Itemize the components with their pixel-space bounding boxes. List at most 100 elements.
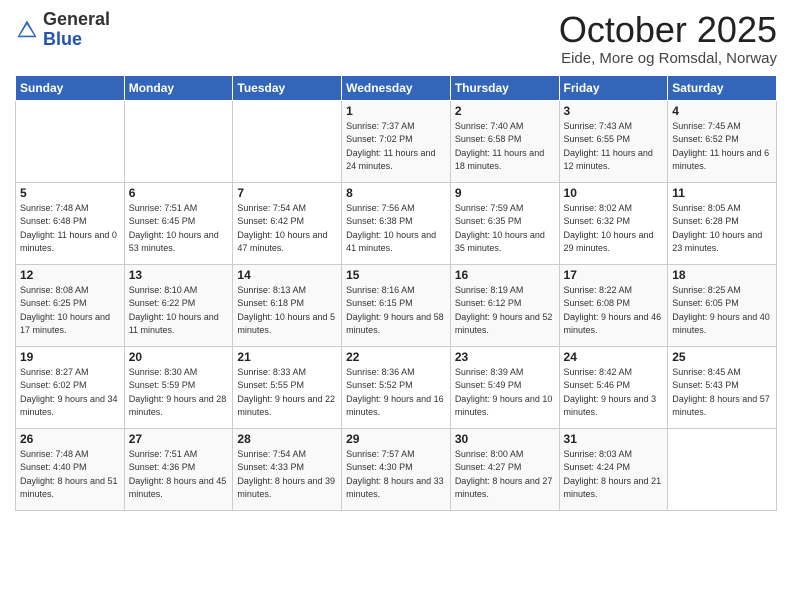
calendar-cell: 9 Sunrise: 7:59 AMSunset: 6:35 PMDaylight… <box>450 182 559 264</box>
calendar-week-row: 1 Sunrise: 7:37 AMSunset: 7:02 PMDaylight… <box>16 100 777 182</box>
calendar-cell: 17 Sunrise: 8:22 AMSunset: 6:08 PMDayligh… <box>559 264 668 346</box>
day-info: Sunrise: 7:40 AMSunset: 6:58 PMDaylight:… <box>455 120 555 174</box>
day-info: Sunrise: 8:39 AMSunset: 5:49 PMDaylight:… <box>455 366 555 420</box>
day-info: Sunrise: 8:02 AMSunset: 6:32 PMDaylight:… <box>564 202 664 256</box>
day-info: Sunrise: 7:56 AMSunset: 6:38 PMDaylight:… <box>346 202 446 256</box>
calendar-cell: 2Sunrise: 7:40 AMSunset: 6:58 PMDaylight… <box>450 100 559 182</box>
logo: General Blue <box>15 10 110 50</box>
calendar-cell: 29 Sunrise: 7:57 AMSunset: 4:30 PMDayligh… <box>342 428 451 510</box>
calendar-cell: 12Sunrise: 8:08 AMSunset: 6:25 PMDayligh… <box>16 264 125 346</box>
day-number: 29 <box>346 432 446 446</box>
day-info: Sunrise: 8:13 AMSunset: 6:18 PMDaylight:… <box>237 284 337 338</box>
calendar-cell: 21 Sunrise: 8:33 AMSunset: 5:55 PMDayligh… <box>233 346 342 428</box>
day-of-week-header: Friday <box>559 75 668 100</box>
day-info: Sunrise: 7:59 AMSunset: 6:35 PMDaylight:… <box>455 202 555 256</box>
calendar-cell: 10 Sunrise: 8:02 AMSunset: 6:32 PMDayligh… <box>559 182 668 264</box>
day-info: Sunrise: 7:48 AMSunset: 4:40 PMDaylight:… <box>20 448 120 502</box>
day-number: 9 <box>455 186 555 200</box>
day-of-week-header: Saturday <box>668 75 777 100</box>
day-number: 17 <box>564 268 664 282</box>
day-info: Sunrise: 8:16 AMSunset: 6:15 PMDaylight:… <box>346 284 446 338</box>
day-number: 1 <box>346 104 446 118</box>
calendar-cell: 23 Sunrise: 8:39 AMSunset: 5:49 PMDayligh… <box>450 346 559 428</box>
day-number: 11 <box>672 186 772 200</box>
day-info: Sunrise: 7:51 AMSunset: 6:45 PMDaylight:… <box>129 202 229 256</box>
day-number: 16 <box>455 268 555 282</box>
calendar-week-row: 12Sunrise: 8:08 AMSunset: 6:25 PMDayligh… <box>16 264 777 346</box>
day-number: 30 <box>455 432 555 446</box>
day-info: Sunrise: 8:45 AMSunset: 5:43 PMDaylight:… <box>672 366 772 420</box>
day-info: Sunrise: 7:43 AMSunset: 6:55 PMDaylight:… <box>564 120 664 174</box>
calendar-week-row: 26Sunrise: 7:48 AMSunset: 4:40 PMDayligh… <box>16 428 777 510</box>
day-number: 13 <box>129 268 229 282</box>
calendar-cell: 20 Sunrise: 8:30 AMSunset: 5:59 PMDayligh… <box>124 346 233 428</box>
day-of-week-header: Sunday <box>16 75 125 100</box>
day-number: 21 <box>237 350 337 364</box>
logo-general: General <box>43 9 110 29</box>
day-number: 27 <box>129 432 229 446</box>
day-number: 15 <box>346 268 446 282</box>
day-info: Sunrise: 7:54 AMSunset: 4:33 PMDaylight:… <box>237 448 337 502</box>
day-number: 31 <box>564 432 664 446</box>
calendar-cell: 6 Sunrise: 7:51 AMSunset: 6:45 PMDaylight… <box>124 182 233 264</box>
day-number: 8 <box>346 186 446 200</box>
day-info: Sunrise: 8:03 AMSunset: 4:24 PMDaylight:… <box>564 448 664 502</box>
day-info: Sunrise: 8:33 AMSunset: 5:55 PMDaylight:… <box>237 366 337 420</box>
day-info: Sunrise: 7:45 AMSunset: 6:52 PMDaylight:… <box>672 120 772 174</box>
calendar-cell: 14Sunrise: 8:13 AMSunset: 6:18 PMDayligh… <box>233 264 342 346</box>
day-info: Sunrise: 8:10 AMSunset: 6:22 PMDaylight:… <box>129 284 229 338</box>
calendar-week-row: 5Sunrise: 7:48 AMSunset: 6:48 PMDaylight… <box>16 182 777 264</box>
calendar-cell: 27 Sunrise: 7:51 AMSunset: 4:36 PMDayligh… <box>124 428 233 510</box>
day-number: 6 <box>129 186 229 200</box>
calendar-cell: 26Sunrise: 7:48 AMSunset: 4:40 PMDayligh… <box>16 428 125 510</box>
calendar-cell: 28 Sunrise: 7:54 AMSunset: 4:33 PMDayligh… <box>233 428 342 510</box>
calendar-cell: 31 Sunrise: 8:03 AMSunset: 4:24 PMDayligh… <box>559 428 668 510</box>
calendar-cell: 1 Sunrise: 7:37 AMSunset: 7:02 PMDaylight… <box>342 100 451 182</box>
calendar-cell: 24 Sunrise: 8:42 AMSunset: 5:46 PMDayligh… <box>559 346 668 428</box>
day-info: Sunrise: 8:30 AMSunset: 5:59 PMDaylight:… <box>129 366 229 420</box>
title-block: October 2025 Eide, More og Romsdal, Norw… <box>559 10 777 67</box>
calendar-cell <box>124 100 233 182</box>
day-info: Sunrise: 8:19 AMSunset: 6:12 PMDaylight:… <box>455 284 555 338</box>
day-number: 10 <box>564 186 664 200</box>
calendar-cell: 5Sunrise: 7:48 AMSunset: 6:48 PMDaylight… <box>16 182 125 264</box>
calendar-cell <box>233 100 342 182</box>
day-number: 7 <box>237 186 337 200</box>
day-info: Sunrise: 8:25 AMSunset: 6:05 PMDaylight:… <box>672 284 772 338</box>
day-number: 28 <box>237 432 337 446</box>
day-number: 23 <box>455 350 555 364</box>
calendar-cell: 22 Sunrise: 8:36 AMSunset: 5:52 PMDayligh… <box>342 346 451 428</box>
day-number: 25 <box>672 350 772 364</box>
calendar-cell: 3 Sunrise: 7:43 AMSunset: 6:55 PMDaylight… <box>559 100 668 182</box>
calendar-cell: 19Sunrise: 8:27 AMSunset: 6:02 PMDayligh… <box>16 346 125 428</box>
day-info: Sunrise: 7:57 AMSunset: 4:30 PMDaylight:… <box>346 448 446 502</box>
day-info: Sunrise: 7:51 AMSunset: 4:36 PMDaylight:… <box>129 448 229 502</box>
calendar-week-row: 19Sunrise: 8:27 AMSunset: 6:02 PMDayligh… <box>16 346 777 428</box>
day-of-week-header: Tuesday <box>233 75 342 100</box>
day-number: 3 <box>564 104 664 118</box>
day-number: 4 <box>672 104 772 118</box>
day-info: Sunrise: 8:27 AMSunset: 6:02 PMDaylight:… <box>20 366 120 420</box>
calendar-cell: 4 Sunrise: 7:45 AMSunset: 6:52 PMDaylight… <box>668 100 777 182</box>
day-of-week-header: Thursday <box>450 75 559 100</box>
header: General Blue October 2025 Eide, More og … <box>15 10 777 67</box>
day-info: Sunrise: 8:42 AMSunset: 5:46 PMDaylight:… <box>564 366 664 420</box>
day-info: Sunrise: 7:54 AMSunset: 6:42 PMDaylight:… <box>237 202 337 256</box>
day-number: 24 <box>564 350 664 364</box>
calendar-header-row: SundayMondayTuesdayWednesdayThursdayFrid… <box>16 75 777 100</box>
calendar-cell: 16 Sunrise: 8:19 AMSunset: 6:12 PMDayligh… <box>450 264 559 346</box>
calendar-cell: 30Sunrise: 8:00 AMSunset: 4:27 PMDayligh… <box>450 428 559 510</box>
day-number: 22 <box>346 350 446 364</box>
day-info: Sunrise: 8:22 AMSunset: 6:08 PMDaylight:… <box>564 284 664 338</box>
calendar-cell: 18Sunrise: 8:25 AMSunset: 6:05 PMDayligh… <box>668 264 777 346</box>
calendar-cell: 15 Sunrise: 8:16 AMSunset: 6:15 PMDayligh… <box>342 264 451 346</box>
page: General Blue October 2025 Eide, More og … <box>0 0 792 612</box>
day-info: Sunrise: 7:37 AMSunset: 7:02 PMDaylight:… <box>346 120 446 174</box>
day-info: Sunrise: 7:48 AMSunset: 6:48 PMDaylight:… <box>20 202 120 256</box>
calendar: SundayMondayTuesdayWednesdayThursdayFrid… <box>15 75 777 511</box>
day-info: Sunrise: 8:36 AMSunset: 5:52 PMDaylight:… <box>346 366 446 420</box>
day-number: 20 <box>129 350 229 364</box>
calendar-cell <box>16 100 125 182</box>
day-info: Sunrise: 8:05 AMSunset: 6:28 PMDaylight:… <box>672 202 772 256</box>
calendar-cell <box>668 428 777 510</box>
